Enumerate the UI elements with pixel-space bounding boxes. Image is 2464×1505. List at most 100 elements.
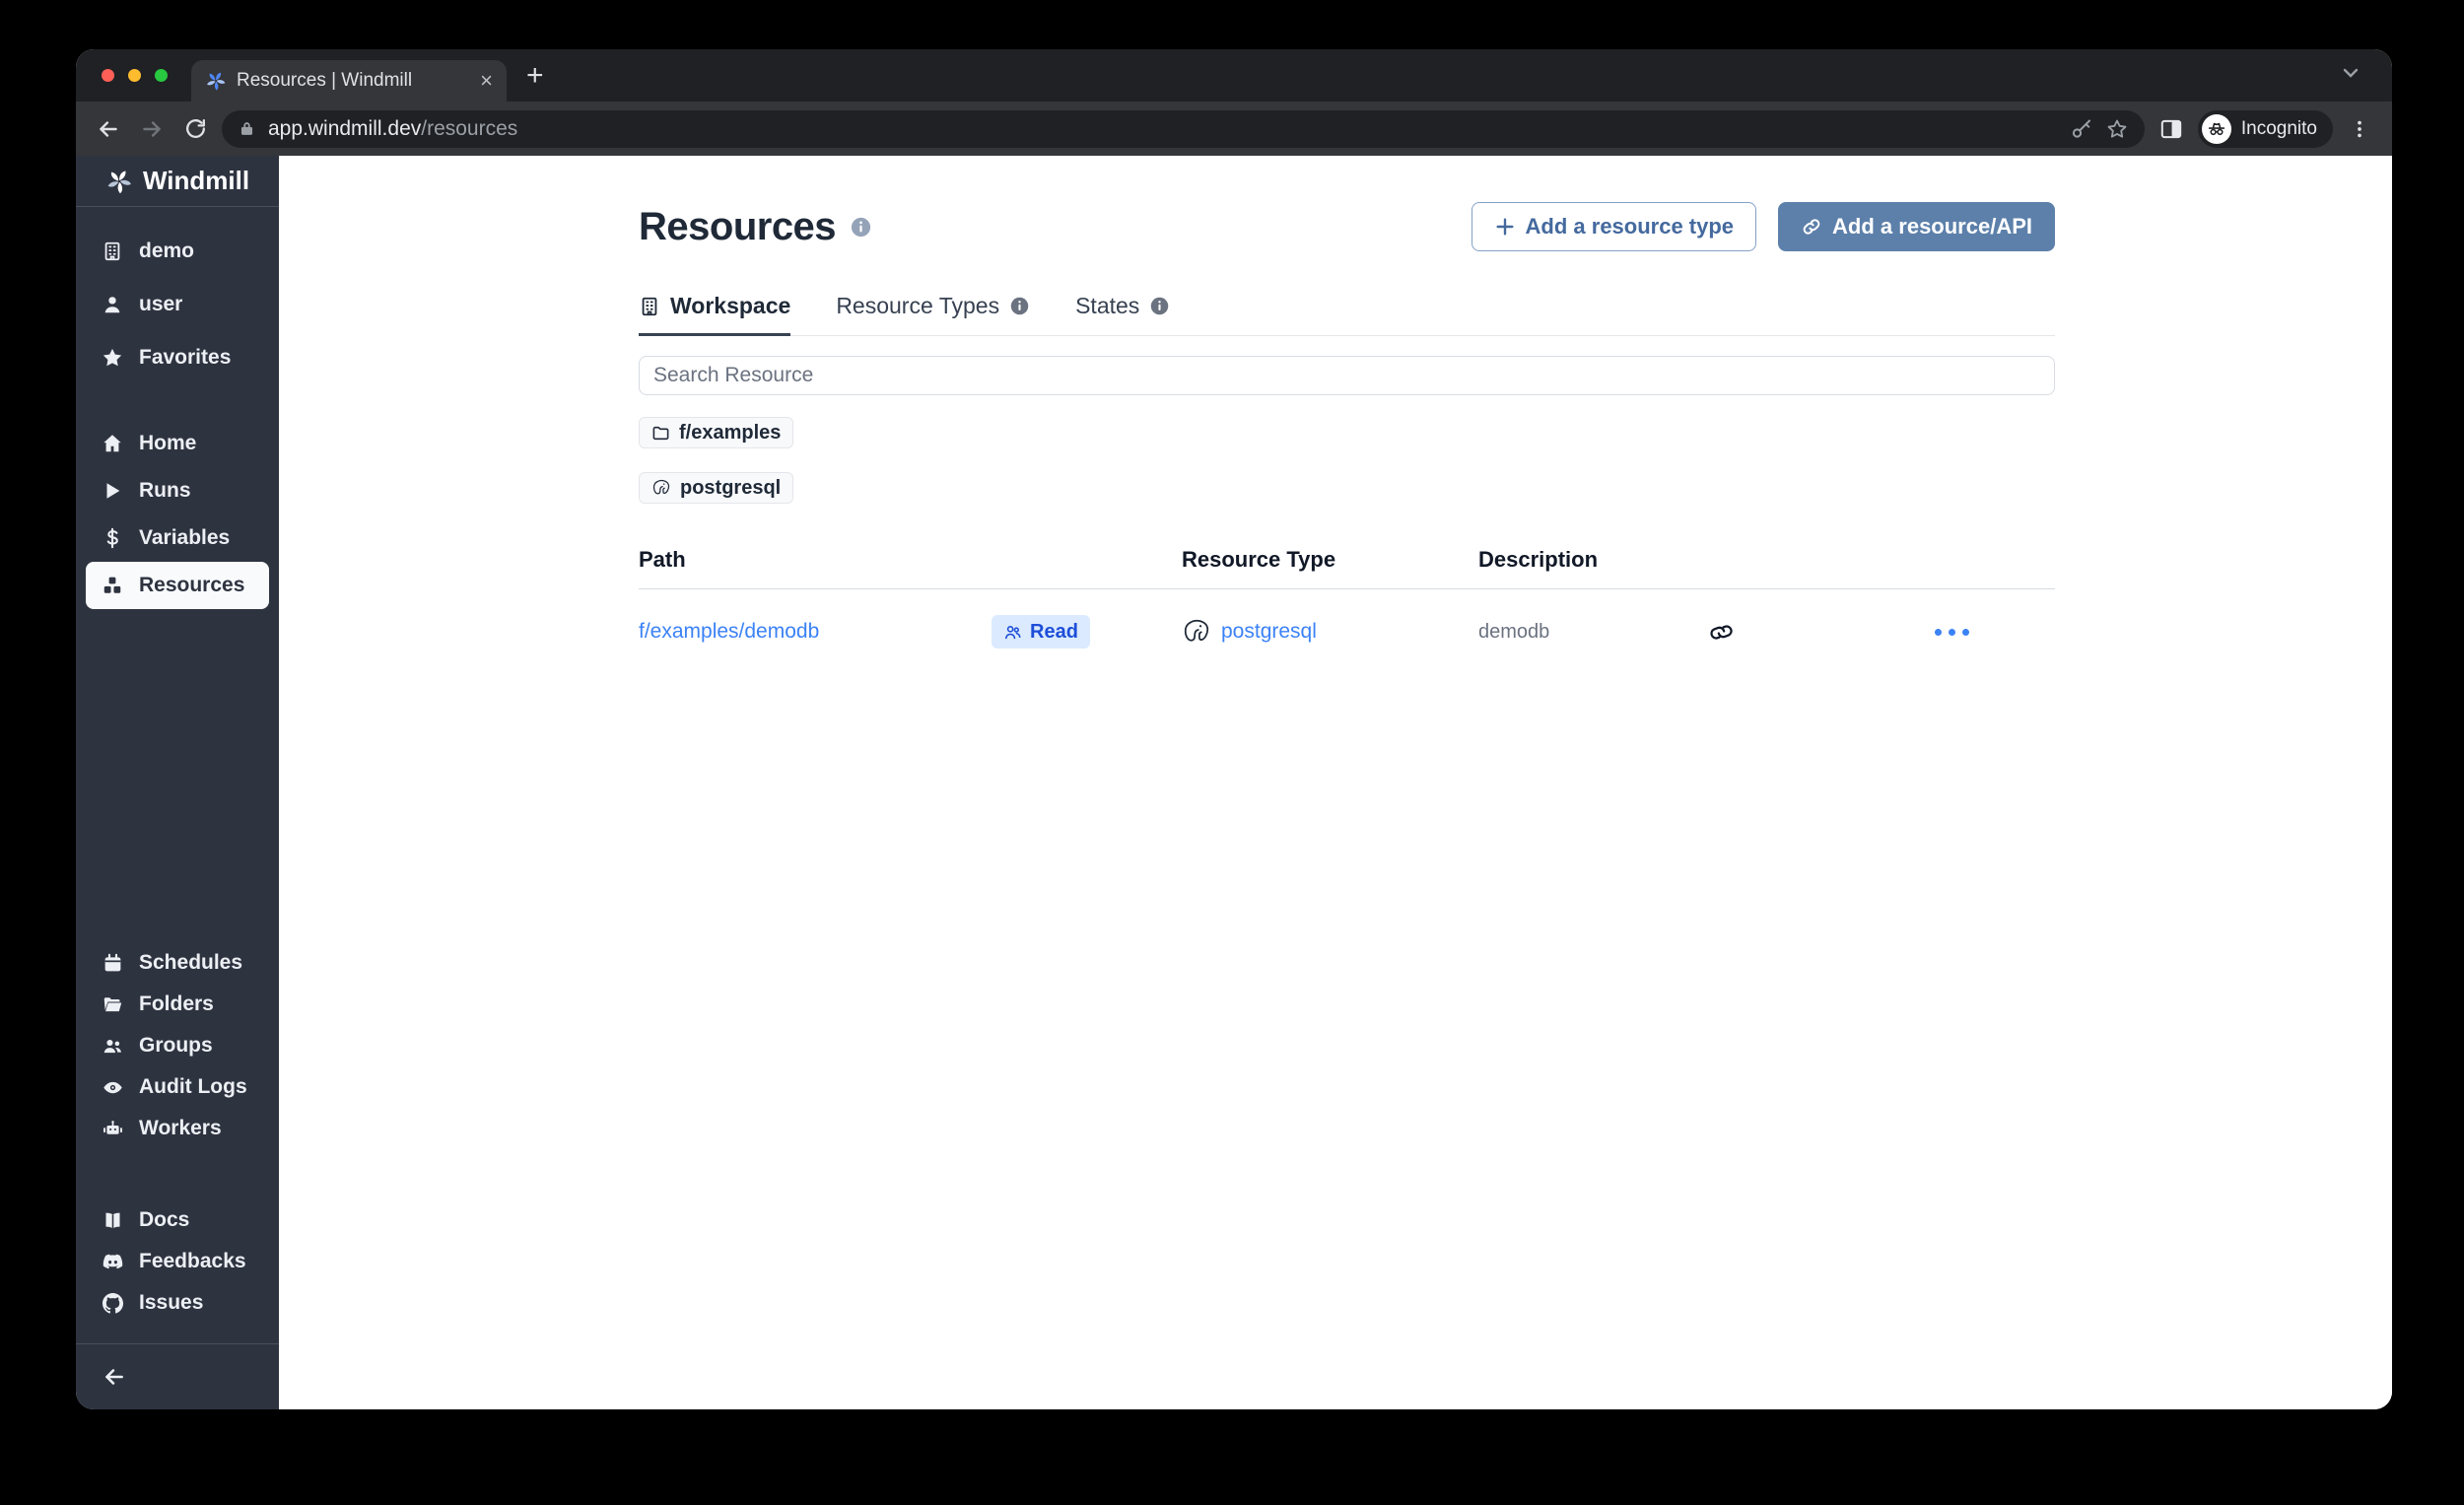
main-panel: Resources Add a resource type [279, 156, 2392, 1409]
play-icon [102, 480, 123, 502]
filter-chip-resource-type[interactable]: postgresql [639, 472, 793, 504]
incognito-avatar-icon [2202, 114, 2231, 144]
sidebar-item-audit-logs[interactable]: Audit Logs [76, 1066, 279, 1108]
sidebar-item-label: Runs [139, 479, 191, 503]
sidebar-item-schedules[interactable]: Schedules [76, 942, 279, 984]
tab-resource-types[interactable]: Resource Types [836, 293, 1030, 336]
boxes-icon [102, 575, 123, 596]
windmill-logo[interactable]: Windmill [76, 156, 279, 207]
sidebar-item-runs[interactable]: Runs [76, 467, 279, 514]
sidebar-item-groups[interactable]: Groups [76, 1025, 279, 1066]
add-resource-type-button[interactable]: Add a resource type [1472, 202, 1757, 251]
copy-link-icon[interactable] [1708, 619, 1935, 646]
tab-close-icon[interactable]: × [480, 70, 493, 92]
sidebar-item-user[interactable]: user [76, 278, 279, 331]
row-menu-icon[interactable] [1935, 629, 2055, 636]
sidebar-item-favorites[interactable]: Favorites [76, 331, 279, 384]
lock-icon [238, 119, 256, 138]
permission-badge-label: Read [1030, 621, 1078, 644]
calendar-icon [102, 952, 123, 974]
info-icon[interactable] [1009, 296, 1030, 316]
traffic-lights [102, 69, 168, 82]
sidebar-item-label: Favorites [139, 346, 231, 370]
url-text: app.windmill.dev/resources [268, 117, 517, 141]
table-row: f/examples/demodb Read [639, 589, 2055, 649]
sidebar-item-label: Audit Logs [139, 1075, 247, 1099]
collapse-sidebar-arrow-icon[interactable] [102, 1364, 127, 1390]
table-header-row: Path Resource Type Description [639, 547, 2055, 589]
maximize-window-button[interactable] [155, 69, 168, 82]
url-path: /resources [421, 117, 517, 140]
side-panel-icon[interactable] [2155, 112, 2188, 146]
tab-search-chevron-icon[interactable] [2339, 61, 2362, 90]
resource-description: demodb [1478, 621, 1708, 644]
refresh-icon[interactable] [178, 112, 212, 146]
tabs-row: Workspace Resource Types States [639, 293, 2055, 336]
postgresql-icon [1182, 617, 1211, 647]
sidebar-item-issues[interactable]: Issues [76, 1282, 279, 1324]
dollar-icon [102, 527, 123, 549]
sidebar-item-label: Issues [139, 1291, 203, 1315]
incognito-label: Incognito [2241, 118, 2317, 140]
postgresql-icon [651, 478, 671, 498]
folder-icon [651, 424, 670, 443]
building-icon [102, 240, 123, 262]
resource-path-link[interactable]: f/examples/demodb [639, 620, 992, 644]
discord-icon [102, 1251, 123, 1272]
bookmark-star-icon[interactable] [2105, 117, 2129, 141]
windmill-logo-text: Windmill [143, 166, 249, 196]
tab-workspace[interactable]: Workspace [639, 293, 790, 336]
back-icon[interactable] [92, 112, 125, 146]
password-key-icon[interactable] [2070, 117, 2093, 141]
resources-table: Path Resource Type Description f/example… [639, 547, 2055, 649]
plus-icon [1494, 216, 1516, 238]
url-host: app.windmill.dev [268, 117, 421, 140]
sidebar-item-home[interactable]: Home [76, 420, 279, 467]
browser-menu-icon[interactable] [2343, 112, 2376, 146]
close-window-button[interactable] [102, 69, 114, 82]
sidebar-item-feedbacks[interactable]: Feedbacks [76, 1241, 279, 1282]
resource-type-link[interactable]: postgresql [1221, 620, 1317, 644]
tab-label: Resource Types [836, 293, 999, 319]
browser-tabstrip: Resources | Windmill × + [76, 49, 2392, 102]
robot-icon [102, 1118, 123, 1139]
windmill-logo-icon [105, 168, 133, 195]
sidebar-item-variables[interactable]: Variables [76, 514, 279, 562]
browser-toolbar: app.windmill.dev/resources Incognito [76, 102, 2392, 156]
book-icon [102, 1209, 123, 1231]
home-icon [102, 433, 123, 454]
filter-chip-folder[interactable]: f/examples [639, 417, 793, 448]
browser-window: Resources | Windmill × + app.windmill.de… [76, 49, 2392, 1409]
sidebar-item-workspace-demo[interactable]: demo [76, 225, 279, 278]
browser-tab[interactable]: Resources | Windmill × [191, 60, 507, 102]
column-header-resource-type: Resource Type [1182, 547, 1478, 573]
folder-open-icon [102, 993, 123, 1015]
tab-title: Resources | Windmill [237, 70, 470, 92]
minimize-window-button[interactable] [128, 69, 141, 82]
add-resource-api-label: Add a resource/API [1832, 214, 2032, 239]
sidebar-item-folders[interactable]: Folders [76, 984, 279, 1025]
url-bar[interactable]: app.windmill.dev/resources [222, 110, 2145, 148]
filter-chip-label: f/examples [679, 422, 781, 445]
title-info-icon[interactable] [850, 216, 872, 239]
tab-states[interactable]: States [1075, 293, 1170, 336]
forward-icon[interactable] [135, 112, 169, 146]
add-resource-type-label: Add a resource type [1526, 214, 1735, 239]
sidebar-item-docs[interactable]: Docs [76, 1199, 279, 1241]
sidebar-item-label: demo [139, 239, 194, 263]
filter-chip-label: postgresql [680, 477, 781, 500]
add-resource-api-button[interactable]: Add a resource/API [1778, 202, 2055, 251]
link-icon [1801, 216, 1822, 238]
star-icon [102, 347, 123, 369]
sidebar: Windmill demo user [76, 156, 279, 1409]
sidebar-item-resources[interactable]: Resources [86, 562, 269, 609]
info-icon[interactable] [1149, 296, 1170, 316]
sidebar-item-label: Folders [139, 992, 214, 1016]
sidebar-item-label: user [139, 293, 182, 316]
search-input[interactable] [639, 356, 2055, 395]
sidebar-item-label: Groups [139, 1034, 213, 1058]
sidebar-item-workers[interactable]: Workers [76, 1108, 279, 1149]
new-tab-button[interactable]: + [526, 61, 544, 91]
sidebar-item-label: Home [139, 432, 196, 455]
sidebar-item-label: Workers [139, 1117, 222, 1140]
